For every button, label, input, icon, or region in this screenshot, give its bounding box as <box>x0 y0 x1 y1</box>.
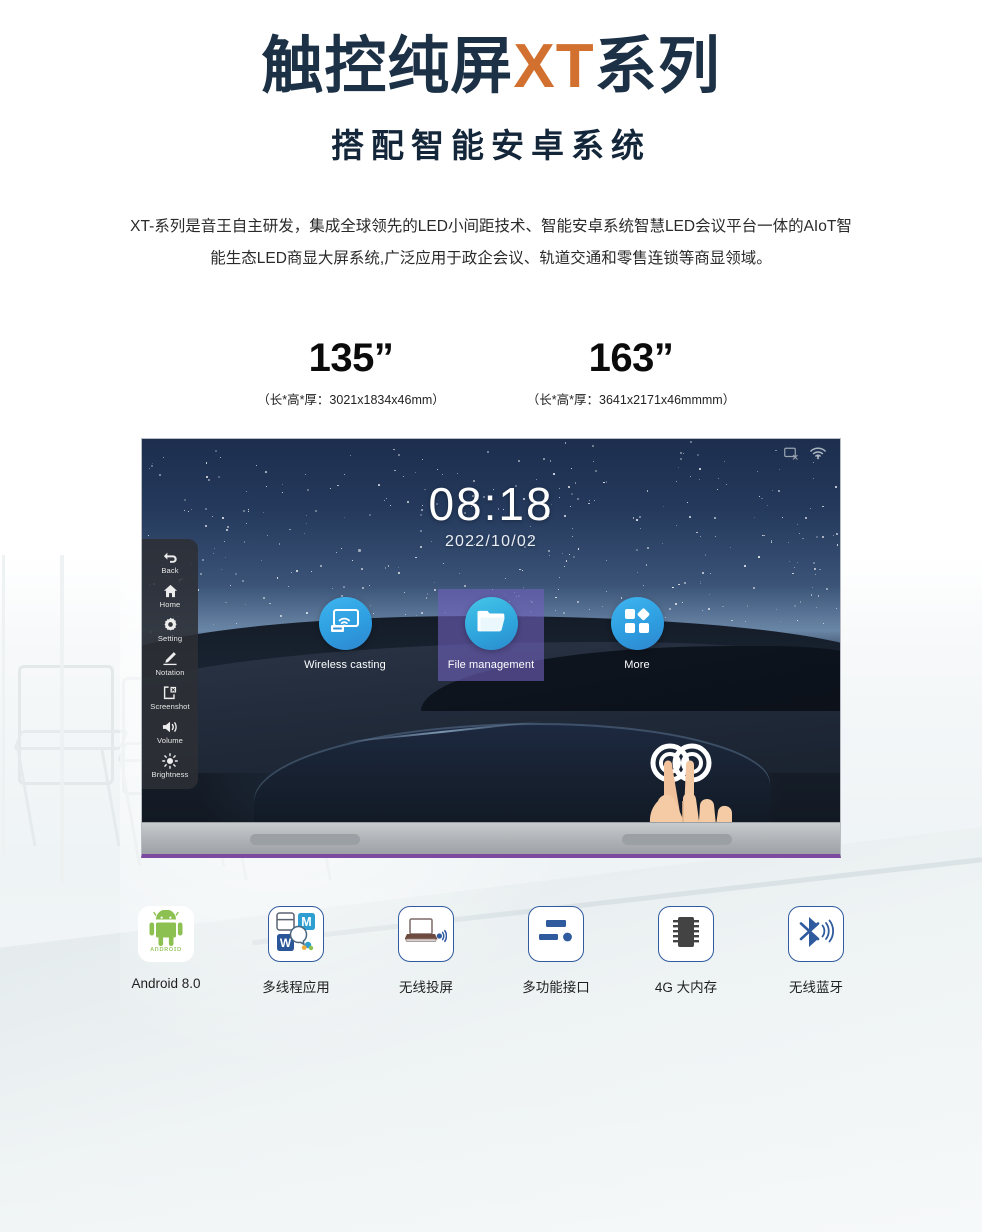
android-robot-icon: ᴀnᴅʀoɪᴅ <box>143 909 189 959</box>
sidebar-item-screenshot[interactable]: Screenshot <box>142 684 198 711</box>
screenshot-icon <box>162 684 178 701</box>
svg-text:ᴀnᴅʀoɪᴅ: ᴀnᴅʀoɪᴅ <box>150 944 182 953</box>
wall-beam <box>2 555 5 855</box>
sidebar-item-back[interactable]: Back <box>142 548 198 575</box>
memory-chip-icon <box>669 913 703 956</box>
app-label: File management <box>447 659 535 672</box>
back-arrow-icon <box>162 548 178 565</box>
app-shortcuts: Wireless casting File management More <box>142 589 840 682</box>
screen-cast-icon <box>330 608 360 639</box>
clock-date: 2022/10/02 <box>444 533 538 551</box>
feature-android[interactable]: ᴀnᴅʀoɪᴅ Android 8.0 <box>111 906 221 996</box>
page-title-accent: XT <box>513 32 595 101</box>
page-header: 触控纯屏XT系列 搭配智能安卓系统 XT-系列是音王自主研发，集成全球领先的LE… <box>0 0 982 274</box>
feature-label: 无线蓝牙 <box>789 980 843 996</box>
app-file-management[interactable]: File management <box>438 589 544 682</box>
svg-text:W: W <box>280 936 292 950</box>
feature-ports[interactable]: 多功能接口 <box>501 906 611 996</box>
page-title: 触控纯屏XT系列 <box>0 32 982 101</box>
status-bar <box>784 447 826 461</box>
clock-time: 08:18 <box>428 478 554 531</box>
feature-list: ᴀnᴅʀoɪᴅ Android 8.0 M W 多线程应用 无线投屏 多功能接口… <box>111 906 871 996</box>
ports-icon <box>536 918 576 951</box>
volume-icon <box>162 718 179 735</box>
device-bezel <box>142 822 840 855</box>
feature-multi-app[interactable]: M W 多线程应用 <box>241 906 351 996</box>
app-label: Wireless casting <box>304 659 386 672</box>
feature-tile: M W <box>268 906 324 963</box>
feature-memory[interactable]: 4G 大内存 <box>631 906 741 996</box>
bluetooth-icon <box>795 915 837 954</box>
device-mockup: 08:18 2022/10/02 Back Home Setting Notat… <box>141 438 841 859</box>
feature-tile: ᴀnᴅʀoɪᴅ <box>138 906 194 963</box>
size-option-135: 135” （长*高*厚：3021x1834x46mm） <box>211 336 491 408</box>
size-specs: 135” （长*高*厚：3021x1834x46mm） 163” （长*高*厚：… <box>211 336 771 408</box>
size-inches: 163” <box>588 336 674 381</box>
multi-app-icon: M W <box>275 911 317 958</box>
size-dimensions: （长*高*厚：3021x1834x46mm） <box>257 393 445 408</box>
size-inches: 135” <box>308 336 394 381</box>
page-title-suffix: 系列 <box>594 32 721 101</box>
brightness-icon <box>162 752 178 769</box>
sidebar-item-label: Volume <box>157 736 183 746</box>
app-label: More <box>624 659 650 672</box>
feature-label: 多功能接口 <box>522 980 590 996</box>
feature-label: 无线投屏 <box>399 980 453 996</box>
chair <box>12 665 130 846</box>
app-icon-circle <box>464 597 518 651</box>
wifi-icon[interactable] <box>810 447 826 460</box>
sidebar-item-label: Brightness <box>151 770 189 780</box>
app-icon-circle <box>318 597 372 651</box>
sidebar-item-volume[interactable]: Volume <box>142 718 198 745</box>
feature-label: 4G 大内存 <box>654 980 718 996</box>
feature-label: Android 8.0 <box>131 976 201 992</box>
feature-label: 多线程应用 <box>262 980 330 996</box>
size-option-163: 163” （长*高*厚：3641x2171x46mmmm） <box>491 336 771 408</box>
feature-bluetooth[interactable]: 无线蓝牙 <box>761 906 871 996</box>
page-description: XT-系列是音王自主研发，集成全球领先的LED小间距技术、智能安卓系统智慧LED… <box>130 217 852 267</box>
feature-tile <box>528 906 584 963</box>
feature-tile <box>788 906 844 963</box>
size-dimensions: （长*高*厚：3641x2171x46mmmm） <box>526 393 736 408</box>
sidebar-item-label: Back <box>161 566 179 576</box>
folder-icon <box>476 609 506 638</box>
app-icon-circle <box>610 597 664 651</box>
sidebar-item-label: Screenshot <box>150 702 190 712</box>
screen: 08:18 2022/10/02 Back Home Setting Notat… <box>142 439 840 823</box>
cast-disabled-icon[interactable] <box>784 447 799 461</box>
speaker-right <box>622 834 732 846</box>
clock-widget: 08:18 2022/10/02 <box>142 477 840 551</box>
page-title-prefix: 触控纯屏 <box>261 32 514 101</box>
app-more[interactable]: More <box>584 589 690 681</box>
display-panel: 08:18 2022/10/02 Back Home Setting Notat… <box>141 438 841 859</box>
sidebar-item-brightness[interactable]: Brightness <box>142 752 198 779</box>
feature-tile <box>658 906 714 963</box>
page-subtitle: 搭配智能安卓系统 <box>331 126 651 164</box>
laptop-wireless-icon <box>404 915 448 954</box>
conference-table <box>0 817 982 1232</box>
speaker-left <box>250 834 360 846</box>
wall-beam <box>60 555 64 885</box>
grid-apps-icon <box>623 607 651 640</box>
feature-wireless-cast[interactable]: 无线投屏 <box>371 906 481 996</box>
app-wireless-casting[interactable]: Wireless casting <box>292 589 398 681</box>
feature-tile <box>398 906 454 963</box>
